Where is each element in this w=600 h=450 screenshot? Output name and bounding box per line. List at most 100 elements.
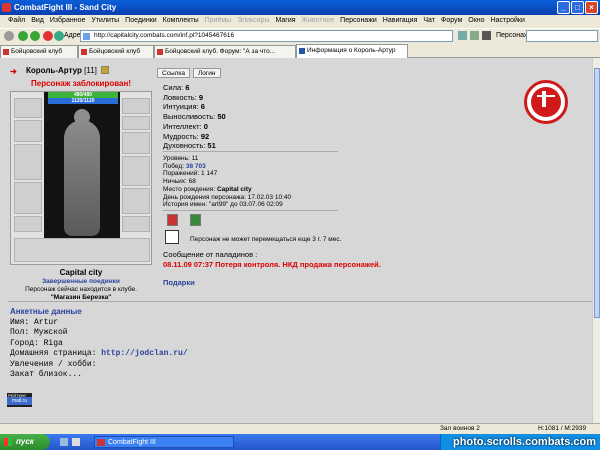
stat-value: 50	[217, 112, 226, 122]
menu-elixirs[interactable]: Эликсиры	[237, 15, 269, 27]
stat-row: Интеллект: 0	[163, 122, 226, 132]
back-arrow-icon[interactable]	[18, 31, 28, 41]
boots-slot[interactable]	[122, 216, 150, 232]
stat-label: Интеллект:	[163, 121, 202, 131]
profile-city: Город: Riga	[10, 338, 63, 348]
vertical-scrollbar[interactable]	[592, 58, 600, 423]
gloves-slot[interactable]	[122, 132, 150, 154]
profile-name: Имя: Artur	[10, 317, 59, 327]
menu-window[interactable]: Окно	[468, 15, 484, 27]
finished-fights-link[interactable]: Завершенные поединки	[10, 278, 152, 286]
menu-fights[interactable]: Поединки	[125, 15, 157, 27]
emblem-strip	[14, 238, 150, 262]
pants-slot[interactable]	[122, 188, 150, 214]
start-button[interactable]: пуск	[0, 434, 50, 450]
menu-pet[interactable]: Животное	[302, 15, 335, 27]
info-list: Уровень: 11 Побед: 38 703 Поражений: 1 1…	[163, 155, 291, 209]
stat-label: Выносливость:	[163, 112, 216, 122]
archer-clan-emblem	[524, 80, 568, 124]
menu-navigation[interactable]: Навигация	[383, 15, 418, 27]
stat-row: Духовность: 51	[163, 141, 226, 151]
room-status: Зал воинов 2	[440, 425, 480, 432]
start-label: пуск	[16, 437, 34, 446]
gifts-link[interactable]: Подарки	[163, 278, 195, 287]
tab-forum[interactable]: Бойцовский клуб. Форум: "А за что...	[154, 45, 296, 58]
maximize-button[interactable]: □	[571, 1, 584, 14]
link-button[interactable]: Ссылка	[157, 68, 191, 78]
info-icon[interactable]	[101, 66, 110, 74]
status-bar: Зал воинов 2 H:1081 / M:2939	[0, 423, 600, 434]
menu-favorites[interactable]: Избранное	[50, 15, 85, 27]
helmet-slot[interactable]	[14, 98, 42, 118]
tab-combats-club-2[interactable]: Бойцовский клуб	[78, 45, 154, 58]
close-button[interactable]: ×	[585, 1, 598, 14]
menu-view[interactable]: Вид	[31, 15, 44, 27]
scrollbar-thumb[interactable]	[594, 68, 600, 318]
divider	[163, 151, 338, 152]
tab-icon	[157, 49, 163, 55]
app-icon	[97, 439, 105, 446]
taskbar-task[interactable]: CombatFight III	[94, 436, 234, 448]
go-icon[interactable]	[458, 31, 467, 40]
tools-icon[interactable]	[4, 31, 14, 41]
green-banner-icon[interactable]	[190, 214, 201, 226]
watermark: photo.scrolls.combats.com	[452, 436, 596, 448]
info-names-history: История имен: "art99" до 03.07.06 02:09	[163, 201, 283, 209]
menu-magic[interactable]: Магия	[275, 15, 295, 27]
camera-icon[interactable]	[482, 31, 491, 40]
menu-forum[interactable]: Форум	[441, 15, 462, 27]
window-titlebar[interactable]: CombatFight III - Sand City _ □ ×	[0, 0, 600, 15]
page-icon	[83, 33, 90, 40]
menu-techniques[interactable]: Приёмы	[205, 15, 232, 27]
mailru-counter[interactable]: mail.ru	[7, 397, 32, 405]
menu-file[interactable]: Файл	[8, 15, 25, 27]
stat-label: Духовность:	[163, 141, 206, 151]
menu-sets[interactable]: Комплекты	[163, 15, 199, 27]
amulet-slot[interactable]	[14, 120, 42, 142]
app-icon	[2, 3, 11, 12]
address-input[interactable]: http://capitalcity.combats.com/inf.pl?10…	[80, 30, 453, 42]
refresh-icon[interactable]	[54, 31, 64, 41]
profile-header: Анкетные данные	[10, 307, 82, 316]
stat-label: Мудрость:	[163, 131, 199, 141]
shield-slot[interactable]	[122, 156, 150, 186]
persona-select[interactable]	[526, 30, 598, 42]
menu-settings[interactable]: Настройки	[491, 15, 525, 27]
login-button[interactable]: Логин	[193, 68, 221, 78]
red-banner-icon[interactable]	[167, 214, 178, 226]
profile-hobby-label: Увлечения / хобби:	[10, 359, 97, 369]
forward-arrow-icon[interactable]	[30, 31, 40, 41]
tab-label: Бойцовский клуб	[89, 48, 141, 55]
minimize-button[interactable]: _	[557, 1, 570, 14]
stats-list: Сила: 6 Ловкость: 9 Интуиция: 6 Вынослив…	[163, 83, 226, 151]
stat-row: Выносливость: 50	[163, 112, 226, 122]
save-icon[interactable]	[470, 31, 479, 40]
menu-characters[interactable]: Персонажи	[340, 15, 377, 27]
divider	[8, 301, 592, 302]
quicklaunch-ie-icon[interactable]	[60, 438, 68, 446]
stat-value: 92	[200, 131, 210, 141]
wins-link[interactable]: 38 703	[186, 163, 206, 170]
tab-character-info[interactable]: Информация о Король-Артур	[296, 44, 408, 59]
belt-slot[interactable]	[14, 216, 42, 232]
tab-icon	[3, 49, 9, 55]
bow-icon	[537, 95, 555, 97]
stat-value: 6	[200, 102, 205, 112]
menu-chat[interactable]: Чат	[423, 15, 435, 27]
stat-row: Сила: 6	[163, 83, 226, 93]
stat-row: Мудрость: 92	[163, 132, 226, 142]
menu-utilities[interactable]: Утилиты	[91, 15, 119, 27]
tab-combats-club-1[interactable]: Бойцовский клуб	[0, 45, 78, 58]
quicklaunch-desktop-icon[interactable]	[72, 438, 80, 446]
tab-bar: Бойцовский клуб Бойцовский клуб Бойцовск…	[0, 43, 600, 59]
address-toolbar: Адрес: http://capitalcity.combats.com/in…	[0, 28, 600, 42]
armor-slot[interactable]	[14, 182, 42, 214]
character-name: ➔ Король-Артур [11]	[10, 66, 152, 76]
ring-slot[interactable]	[122, 116, 150, 130]
blocked-notice: Персонаж заблокирован!	[31, 79, 131, 88]
homepage-link[interactable]: http://jodclan.ru/	[101, 349, 187, 358]
earring-slot[interactable]	[122, 98, 150, 114]
weapon-slot[interactable]	[14, 144, 42, 180]
stop-icon[interactable]	[43, 31, 53, 41]
tab-label: Бойцовский клуб	[11, 48, 63, 55]
